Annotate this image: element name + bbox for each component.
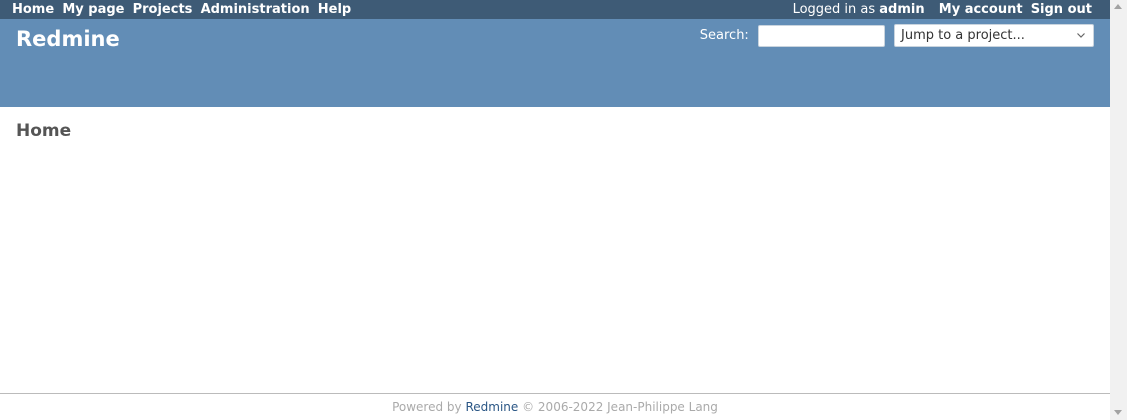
search-input[interactable] (757, 24, 885, 47)
top-menu-my-page[interactable]: My page (62, 2, 124, 17)
sign-out-link[interactable]: Sign out (1031, 2, 1092, 17)
chevron-down-icon (1077, 33, 1085, 38)
quick-search: Search: Jump to a project... (700, 24, 1094, 48)
footer-copyright: © 2006-2022 Jean-Philippe Lang (522, 400, 718, 414)
logged-in-as-prefix: Logged in as (792, 2, 876, 17)
top-menu-home[interactable]: Home (12, 2, 54, 17)
top-menu-projects[interactable]: Projects (133, 2, 193, 17)
page: Home My page Projects Administration Hel… (0, 0, 1127, 420)
header: Redmine Search: Jump to a project... (0, 19, 1110, 107)
logged-in-as: Logged in as admin (793, 2, 925, 17)
app-title[interactable]: Redmine (16, 27, 120, 51)
project-jump-placeholder: Jump to a project... (901, 28, 1025, 43)
top-menu-help[interactable]: Help (318, 2, 351, 17)
top-menu-right: Logged in as admin My account Sign out (793, 2, 1092, 17)
project-jump-select[interactable]: Jump to a project... (894, 24, 1094, 47)
content-area: Home My page Projects Administration Hel… (0, 0, 1110, 420)
search-label: Search: (699, 28, 749, 43)
page-title: Home (16, 121, 72, 141)
logged-in-username[interactable]: admin (879, 2, 924, 17)
my-account-link[interactable]: My account (939, 2, 1023, 17)
footer-redmine-link[interactable]: Redmine (465, 400, 518, 414)
footer-powered-by: Powered by (392, 400, 462, 414)
vertical-scrollbar[interactable] (1110, 0, 1127, 420)
top-menu-left: Home My page Projects Administration Hel… (12, 2, 355, 17)
footer: Powered by Redmine © 2006-2022 Jean-Phil… (0, 393, 1110, 420)
scroll-up-arrow-icon[interactable] (1114, 4, 1122, 9)
top-menu-administration[interactable]: Administration (201, 2, 310, 17)
top-menu: Home My page Projects Administration Hel… (0, 0, 1110, 19)
scroll-down-arrow-icon[interactable] (1114, 410, 1122, 415)
